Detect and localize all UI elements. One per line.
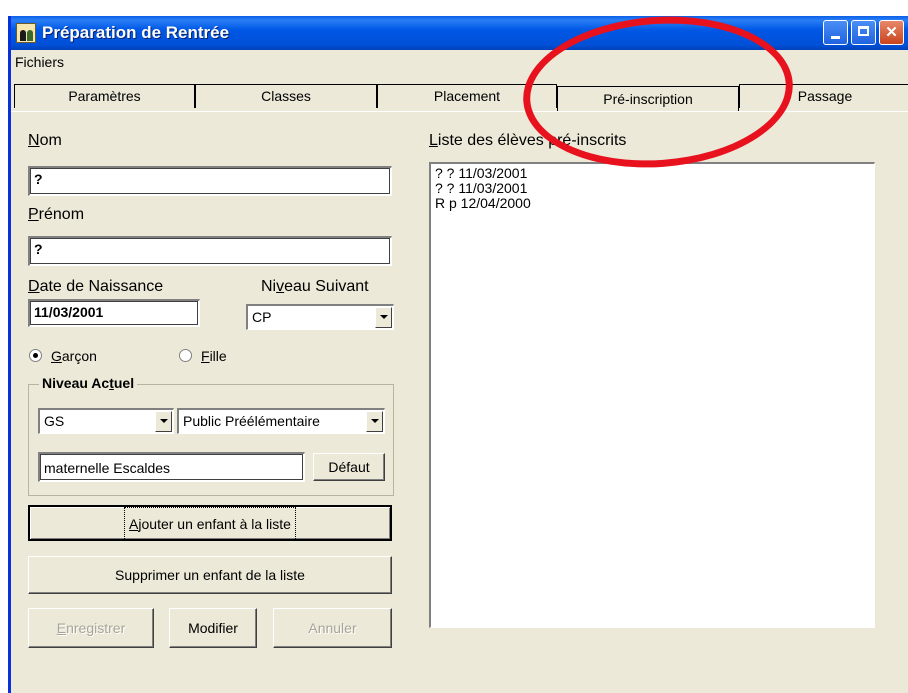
niveau-suivant-select[interactable]: CP <box>246 304 394 330</box>
ajouter-enfant-label: Ajouter un enfant à la liste <box>124 507 296 541</box>
app-window: Préparation de Rentrée ✕ Fichiers Paramè… <box>8 16 908 693</box>
date-naissance-input[interactable]: 11/03/2001 <box>28 299 200 327</box>
minimize-button[interactable] <box>823 20 848 45</box>
dropdown-arrow-icon[interactable] <box>375 307 392 328</box>
nom-label: Nom <box>28 132 62 149</box>
window-title: Préparation de Rentrée <box>42 23 230 42</box>
menu-fichiers[interactable]: Fichiers <box>15 54 64 70</box>
tab-parametres[interactable]: Paramètres <box>14 84 195 108</box>
fille-radio[interactable] <box>179 349 192 362</box>
tab-classes[interactable]: Classes <box>195 84 377 108</box>
list-item[interactable]: ? ? 11/03/2001 <box>435 166 870 181</box>
close-icon: ✕ <box>885 24 898 41</box>
secteur-value: Public Préélémentaire <box>183 413 320 429</box>
eleves-listbox[interactable]: ? ? 11/03/2001 ? ? 11/03/2001 R p 12/04/… <box>429 162 875 628</box>
maximize-button[interactable] <box>851 20 876 45</box>
nom-input[interactable]: ? <box>28 166 392 196</box>
close-button[interactable]: ✕ <box>879 20 904 45</box>
niveau-actuel-value: GS <box>44 413 65 429</box>
supprimer-enfant-button[interactable]: Supprimer un enfant de la liste <box>28 556 392 594</box>
secteur-select[interactable]: Public Préélémentaire <box>177 408 385 434</box>
minimize-icon <box>831 36 840 39</box>
ecole-input[interactable]: maternelle Escaldes <box>38 452 305 482</box>
niveau-actuel-select[interactable]: GS <box>38 408 174 434</box>
title-bar[interactable]: Préparation de Rentrée ✕ <box>11 16 908 50</box>
fille-label: Fille <box>201 348 227 364</box>
list-item[interactable]: R p 12/04/2000 <box>435 196 870 211</box>
modifier-button[interactable]: Modifier <box>169 608 257 648</box>
maximize-icon <box>858 26 869 36</box>
list-item[interactable]: ? ? 11/03/2001 <box>435 181 870 196</box>
date-naissance-label: Date de Naissance <box>28 278 164 295</box>
enregistrer-button[interactable]: Enregistrer <box>28 608 154 648</box>
dropdown-arrow-icon[interactable] <box>155 411 172 432</box>
dropdown-arrow-icon[interactable] <box>366 411 383 432</box>
niveau-suivant-label: Niveau Suivant <box>261 278 369 295</box>
niveau-suivant-value: CP <box>252 309 272 325</box>
app-people-icon <box>16 23 36 43</box>
garcon-radio[interactable] <box>29 349 42 362</box>
prenom-input[interactable]: ? <box>28 236 392 266</box>
background-strip <box>0 0 908 16</box>
defaut-button[interactable]: Défaut <box>313 453 385 481</box>
annuler-button[interactable]: Annuler <box>273 608 392 648</box>
prenom-label: Prénom <box>28 206 85 223</box>
ajouter-enfant-button[interactable]: Ajouter un enfant à la liste <box>28 505 392 541</box>
niveau-actuel-title: Niveau Actuel <box>39 375 138 391</box>
garcon-label: Garçon <box>51 348 97 364</box>
